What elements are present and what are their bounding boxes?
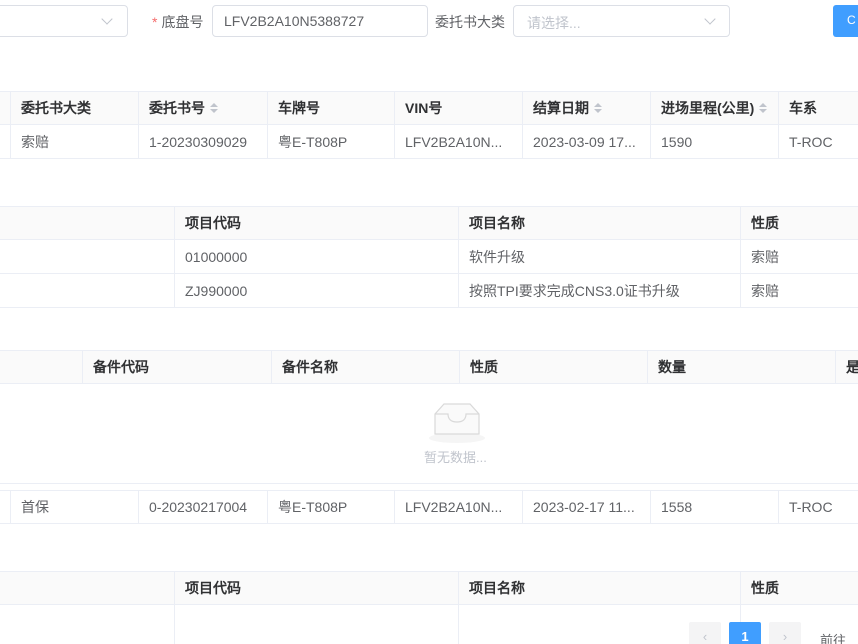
table-row[interactable]: 01000000 软件升级 索赔 [0, 240, 858, 274]
table-row[interactable]: ZJ990000 按照TPI要求完成CNS3.0证书升级 索赔 [0, 274, 858, 308]
col-nature: 性质 [740, 572, 858, 604]
cell-mileage: 1558 [650, 491, 778, 523]
cell-vin: LFV2B2A10N... [394, 491, 522, 523]
items-table-header: 项目代码 项目名称 性质 [0, 206, 858, 240]
cell-category: 首保 [10, 491, 138, 523]
chevron-down-icon [704, 13, 716, 25]
table-row[interactable]: 首保 0-20230217004 粤E-T808P LFV2B2A10N... … [0, 490, 858, 524]
col-item-name: 项目名称 [458, 572, 740, 604]
cell-settle-date: 2023-02-17 11... [522, 491, 650, 523]
chassis-input[interactable]: LFV2B2A10N5388727 [212, 5, 428, 37]
sort-caret-icon[interactable] [759, 103, 768, 113]
col-part-nature: 性质 [459, 351, 647, 383]
col-item-code: 项目代码 [174, 572, 458, 604]
cell-vin: LFV2B2A10N... [394, 125, 522, 158]
col-item-code: 项目代码 [174, 207, 458, 239]
next-page-button[interactable]: › [769, 622, 801, 644]
parts-table-header: 备件代码 备件名称 性质 数量 是 [0, 350, 858, 384]
category-select[interactable]: 请选择... [513, 5, 730, 37]
cell-settle-date: 2023-03-09 17... [522, 125, 650, 158]
col-category: 委托书大类 [10, 92, 138, 124]
col-plate: 车牌号 [267, 92, 394, 124]
cell-plate: 粤E-T808P [267, 491, 394, 523]
sort-caret-icon[interactable] [210, 103, 218, 113]
empty-box-icon [429, 403, 485, 443]
col-item-name: 项目名称 [458, 207, 740, 239]
cell-order-no: 1-20230309029 [138, 125, 267, 158]
cell-series: T-ROC [778, 125, 858, 158]
col-vin: VIN号 [394, 92, 522, 124]
col-part-name: 备件名称 [271, 351, 459, 383]
chassis-label: * 底盘号 [152, 14, 204, 30]
category-placeholder: 请选择... [527, 15, 581, 31]
chevron-down-icon [101, 13, 113, 25]
cell-nature: 索赔 [740, 274, 858, 307]
col-mileage[interactable]: 进场里程(公里) [650, 92, 778, 124]
parts-empty-area: 暂无数据... [0, 384, 858, 484]
cell-series: T-ROC [778, 491, 858, 523]
col-blank [0, 351, 82, 383]
cell-item-name: 软件升级 [458, 240, 740, 273]
cell-category: 索赔 [10, 125, 138, 158]
col-extra: 是 [835, 351, 858, 383]
col-settle-date[interactable]: 结算日期 [522, 92, 650, 124]
query-button[interactable]: C [833, 5, 858, 37]
table-row[interactable]: 索赔 1-20230309029 粤E-T808P LFV2B2A10N... … [0, 125, 858, 159]
main-table-header: 委托书大类 委托书号 车牌号 VIN号 结算日期 进场里程(公里) 车系 [0, 91, 858, 125]
sort-caret-icon[interactable] [594, 103, 602, 113]
cell-nature: 索赔 [740, 240, 858, 273]
page-1-button[interactable]: 1 [729, 622, 761, 644]
cell-plate: 粤E-T808P [267, 125, 394, 158]
first-filter-select[interactable] [0, 5, 128, 37]
cell-blank [0, 240, 174, 273]
items-table-header: 项目代码 项目名称 性质 [0, 571, 858, 605]
col-part-code: 备件代码 [82, 351, 271, 383]
cell-item-code: ZJ990000 [174, 274, 458, 307]
col-nature: 性质 [740, 207, 858, 239]
cell-item-code: 01000000 [174, 240, 458, 273]
col-order-no[interactable]: 委托书号 [138, 92, 267, 124]
goto-label: 前往 [820, 633, 847, 644]
category-label: 委托书大类 [435, 14, 505, 30]
col-blank [0, 207, 174, 239]
col-blank [0, 572, 174, 604]
empty-text: 暂无数据... [424, 450, 487, 465]
cell-mileage: 1590 [650, 125, 778, 158]
cell-order-no: 0-20230217004 [138, 491, 267, 523]
col-quantity: 数量 [647, 351, 835, 383]
prev-page-button[interactable]: ‹ [689, 622, 721, 644]
cell-blank [0, 274, 174, 307]
cell-item-name: 按照TPI要求完成CNS3.0证书升级 [458, 274, 740, 307]
col-series: 车系 [778, 92, 858, 124]
